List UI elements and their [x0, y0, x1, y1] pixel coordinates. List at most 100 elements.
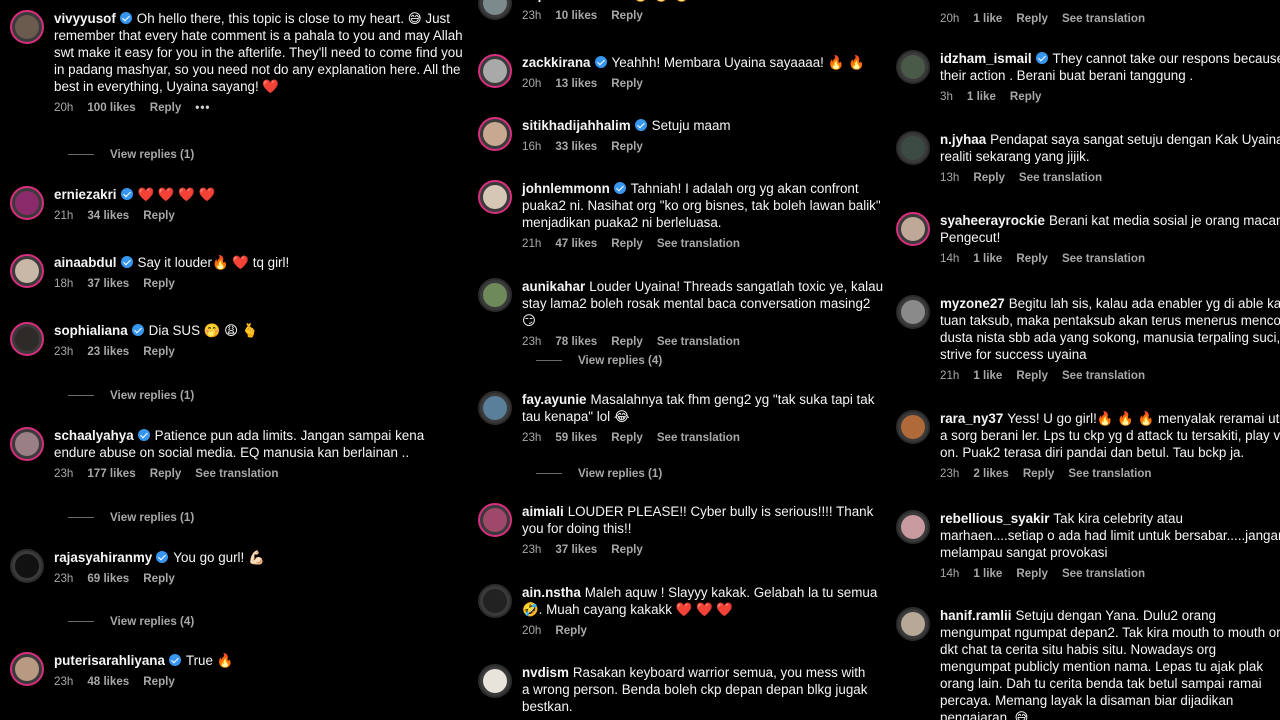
- reply-button[interactable]: Reply: [611, 140, 643, 153]
- avatar[interactable]: [478, 584, 512, 618]
- see-translation-button[interactable]: See translation: [1062, 369, 1145, 382]
- reply-button[interactable]: Reply: [1016, 12, 1048, 25]
- reply-button[interactable]: Reply: [1010, 90, 1042, 103]
- reply-button[interactable]: Reply: [150, 101, 182, 114]
- reply-button[interactable]: Reply: [555, 624, 587, 637]
- likes-count[interactable]: 47 likes: [555, 237, 597, 250]
- comment-username[interactable]: sitikhadijahhalim: [522, 118, 631, 133]
- reply-button[interactable]: Reply: [143, 675, 175, 688]
- likes-count[interactable]: 100 likes: [87, 101, 135, 114]
- see-translation-button[interactable]: See translation: [1062, 567, 1145, 580]
- comment-username[interactable]: erniezakri: [54, 187, 117, 202]
- reply-button[interactable]: Reply: [1016, 252, 1048, 265]
- reply-button[interactable]: Reply: [150, 467, 182, 480]
- see-translation-button[interactable]: See translation: [195, 467, 278, 480]
- reply-button[interactable]: Reply: [1023, 467, 1055, 480]
- likes-count[interactable]: 69 likes: [87, 572, 129, 585]
- reply-button[interactable]: Reply: [611, 431, 643, 444]
- likes-count[interactable]: 1 like: [967, 90, 996, 103]
- likes-count[interactable]: 13 likes: [555, 77, 597, 90]
- reply-button[interactable]: Reply: [611, 335, 643, 348]
- view-replies-button[interactable]: View replies (1): [68, 389, 194, 402]
- avatar[interactable]: [10, 10, 44, 44]
- comment-username[interactable]: myzone27: [940, 296, 1005, 311]
- reply-button[interactable]: Reply: [143, 209, 175, 222]
- comment-username[interactable]: johnlemmonn: [522, 181, 610, 196]
- comment-username[interactable]: rara_ny37: [940, 411, 1003, 426]
- avatar[interactable]: [896, 295, 930, 329]
- see-translation-button[interactable]: See translation: [1019, 171, 1102, 184]
- likes-count[interactable]: 48 likes: [87, 675, 129, 688]
- comment-username[interactable]: idzham_ismail: [940, 51, 1032, 66]
- avatar[interactable]: [478, 54, 512, 88]
- comment-username[interactable]: fay.ayunie: [522, 392, 587, 407]
- likes-count[interactable]: 33 likes: [555, 140, 597, 153]
- likes-count[interactable]: 1 like: [973, 567, 1002, 580]
- see-translation-button[interactable]: See translation: [657, 335, 740, 348]
- comment-username[interactable]: rajasyahiranmy: [54, 550, 152, 565]
- likes-count[interactable]: 59 likes: [555, 431, 597, 444]
- likes-count[interactable]: 37 likes: [555, 543, 597, 556]
- comment-username[interactable]: sophialiana: [54, 323, 128, 338]
- reply-button[interactable]: Reply: [143, 345, 175, 358]
- reply-button[interactable]: Reply: [143, 572, 175, 585]
- avatar[interactable]: [896, 410, 930, 444]
- view-replies-button[interactable]: View replies (4): [68, 615, 194, 628]
- avatar[interactable]: [10, 186, 44, 220]
- likes-count[interactable]: 37 likes: [87, 277, 129, 290]
- avatar[interactable]: [896, 131, 930, 165]
- likes-count[interactable]: 1 like: [973, 369, 1002, 382]
- see-translation-button[interactable]: See translation: [657, 237, 740, 250]
- view-replies-button[interactable]: View replies (1): [536, 467, 662, 480]
- avatar[interactable]: [478, 117, 512, 151]
- see-translation-button[interactable]: See translation: [1062, 252, 1145, 265]
- comment-username[interactable]: ain.nstha: [522, 585, 581, 600]
- avatar[interactable]: [478, 664, 512, 698]
- avatar[interactable]: [10, 254, 44, 288]
- comment-username[interactable]: n.jyhaa: [940, 132, 986, 147]
- avatar[interactable]: [478, 391, 512, 425]
- reply-button[interactable]: Reply: [1016, 567, 1048, 580]
- likes-count[interactable]: 177 likes: [87, 467, 135, 480]
- avatar[interactable]: [896, 50, 930, 84]
- comment-username[interactable]: nvdism: [522, 665, 569, 680]
- see-translation-button[interactable]: See translation: [1062, 12, 1145, 25]
- avatar[interactable]: [10, 549, 44, 583]
- comment-username[interactable]: puterisarahliyana: [54, 653, 165, 668]
- likes-count[interactable]: 78 likes: [555, 335, 597, 348]
- avatar[interactable]: [10, 427, 44, 461]
- comment-username[interactable]: zackkirana: [522, 55, 591, 70]
- reply-button[interactable]: Reply: [1016, 369, 1048, 382]
- see-translation-button[interactable]: See translation: [657, 431, 740, 444]
- avatar[interactable]: [10, 652, 44, 686]
- likes-count[interactable]: 23 likes: [87, 345, 129, 358]
- comment-username[interactable]: aimiali: [522, 504, 564, 519]
- view-replies-button[interactable]: View replies (1): [68, 511, 194, 524]
- avatar[interactable]: [478, 278, 512, 312]
- more-options-icon[interactable]: •••: [195, 101, 210, 114]
- avatar[interactable]: [896, 212, 930, 246]
- see-translation-button[interactable]: See translation: [1068, 467, 1151, 480]
- avatar[interactable]: [896, 510, 930, 544]
- likes-count[interactable]: 1 like: [973, 252, 1002, 265]
- likes-count[interactable]: 2 likes: [973, 467, 1008, 480]
- view-replies-button[interactable]: View replies (4): [536, 354, 662, 367]
- reply-button[interactable]: Reply: [143, 277, 175, 290]
- comment-username[interactable]: rebellious_syakir: [940, 511, 1049, 526]
- comment-username[interactable]: schaalyahya: [54, 428, 134, 443]
- avatar[interactable]: [478, 503, 512, 537]
- comment-username[interactable]: ainaabdul: [54, 255, 117, 270]
- comment-username[interactable]: syaheerayrockie: [940, 213, 1045, 228]
- view-replies-button[interactable]: View replies (1): [68, 148, 194, 161]
- avatar[interactable]: [478, 0, 512, 20]
- reply-button[interactable]: Reply: [973, 171, 1005, 184]
- comment-username[interactable]: aunikahar: [522, 279, 585, 294]
- avatar[interactable]: [10, 322, 44, 356]
- comment-username[interactable]: sophiekoshka: [522, 0, 611, 2]
- avatar[interactable]: [478, 180, 512, 214]
- reply-button[interactable]: Reply: [611, 9, 643, 22]
- avatar[interactable]: [896, 607, 930, 641]
- comment-username[interactable]: vivyyusof: [54, 11, 116, 26]
- likes-count[interactable]: 34 likes: [87, 209, 129, 222]
- reply-button[interactable]: Reply: [611, 543, 643, 556]
